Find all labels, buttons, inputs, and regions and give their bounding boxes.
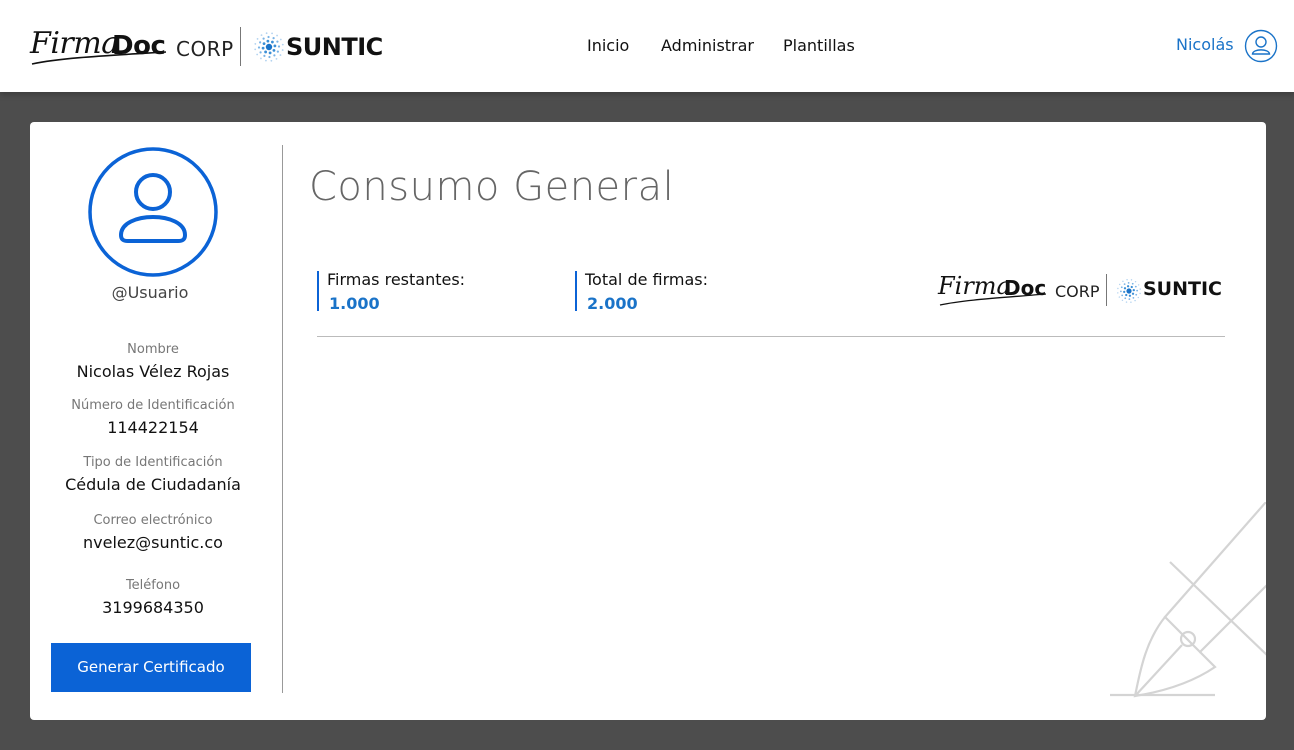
firmadoc-suntic-logo: Firma Doc CORP SUNTIC [938,272,1222,308]
nav-inicio[interactable]: Inicio [587,36,629,55]
logo-corp-text: CORP [176,37,234,61]
user-avatar-icon [88,147,218,277]
phone-value: 3199684350 [102,598,204,617]
name-label: Nombre [127,342,179,357]
nav-plantillas[interactable]: Plantillas [783,36,855,55]
id-number-label: Número de Identificación [71,398,235,413]
small-logo-suntic-text: SUNTIC [1143,278,1222,300]
stat-total-value: 2.000 [587,294,638,313]
logo-swoosh-icon [31,51,167,65]
id-number-value: 114422154 [107,418,199,437]
email-label: Correo electrónico [93,513,213,528]
user-menu-name[interactable]: Nicolás [1176,35,1234,54]
email-value: nvelez@suntic.co [83,533,223,552]
suntic-dots-icon [1117,279,1141,303]
top-navbar: Firma Doc CORP SUNTIC Inicio Administrar… [0,0,1294,92]
phone-label: Teléfono [125,578,181,593]
small-logo-swoosh-icon [939,293,1047,306]
generate-certificate-button[interactable]: Generar Certificado [51,643,251,692]
id-type-label: Tipo de Identificación [83,455,223,470]
small-logo-divider [1106,274,1107,306]
logo-divider [240,27,241,66]
suntic-logo-text: SUNTIC [286,33,383,61]
stats-divider [317,336,1225,337]
stat-remaining-value: 1.000 [329,294,380,313]
sidebar-divider [282,145,283,693]
nav-administrar[interactable]: Administrar [661,36,754,55]
profile-username: @Usuario [111,283,189,302]
stat-remaining: Firmas restantes: 1.000 [317,270,466,313]
profile-card: @Usuario Nombre Nicolas Vélez Rojas Núme… [30,122,1266,720]
stat-total-label: Total de firmas: [585,270,709,289]
user-circle-icon[interactable] [1244,29,1278,63]
small-logo-corp-text: CORP [1055,282,1100,301]
page-title: Consumo General [309,164,675,210]
id-type-value: Cédula de Ciudadanía [65,475,241,494]
name-value: Nicolas Vélez Rojas [76,362,230,381]
stat-remaining-label: Firmas restantes: [327,270,466,289]
suntic-dots-icon [254,32,284,62]
stat-total: Total de firmas: 2.000 [575,270,709,313]
fountain-pen-icon [1110,502,1266,698]
